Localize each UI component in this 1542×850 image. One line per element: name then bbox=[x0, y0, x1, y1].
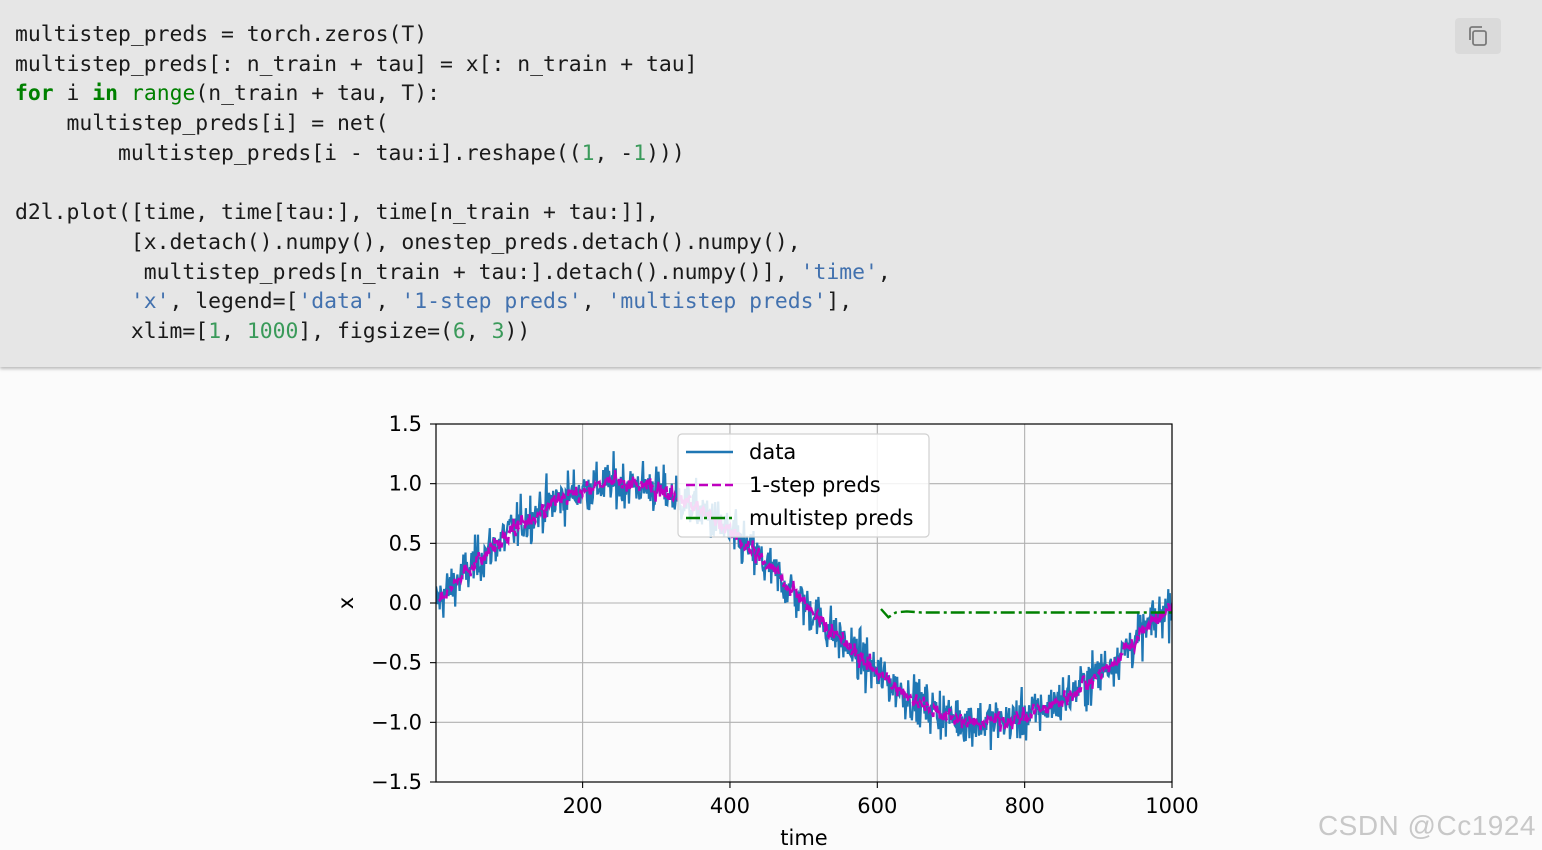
code-token: xlim=[ bbox=[15, 318, 209, 344]
code-token: d2l.plot([time, time[tau:], time[n_train… bbox=[15, 200, 659, 226]
code-token: i bbox=[53, 81, 93, 107]
code-token: , bbox=[375, 289, 402, 315]
code-line: [x.detach().numpy(), onestep_preds.detac… bbox=[15, 228, 891, 258]
code-token: multistep_preds[: n_train + tau] = x[: n… bbox=[15, 51, 698, 77]
code-token: in bbox=[92, 81, 119, 107]
code-token: multistep_preds[i] = net( bbox=[15, 111, 389, 137]
legend: data 1-step preds multistep preds bbox=[677, 433, 930, 538]
code-token: (n_train + tau, T): bbox=[195, 81, 441, 107]
legend-label: 1-step preds bbox=[749, 473, 881, 497]
y-tick-label: 1.0 bbox=[389, 472, 422, 496]
code-token: 6 bbox=[452, 318, 466, 344]
code-line: multistep_preds[i - tau:i].reshape((1, -… bbox=[15, 139, 891, 169]
code-token: , bbox=[877, 259, 891, 285]
code-token: 1 bbox=[633, 140, 647, 166]
code-token: 3 bbox=[491, 318, 505, 344]
y-tick-label: 0.5 bbox=[389, 531, 422, 555]
y-tick-label: 0.0 bbox=[389, 591, 422, 615]
code-token: , - bbox=[594, 140, 634, 166]
code-token: for bbox=[15, 81, 54, 107]
x-tick-label: 800 bbox=[1005, 794, 1045, 818]
y-tick-label: −1.0 bbox=[371, 710, 422, 734]
line-chart: 200 400 600 800 1000 1.5 1.0 0.5 0.0 −0.5 −1.0 −1.5… bbox=[334, 412, 1199, 850]
code-line: multistep_preds = torch.zeros(T) bbox=[15, 20, 891, 50]
code-token: multistep_preds[i - tau:i].reshape(( bbox=[15, 140, 582, 166]
copy-icon bbox=[1469, 26, 1487, 46]
y-axis-label: x bbox=[334, 597, 358, 609]
x-tick-label: 200 bbox=[563, 794, 603, 818]
code-token: '1-step preds' bbox=[401, 289, 582, 315]
x-tick-label: 1000 bbox=[1145, 794, 1198, 818]
series-multistep-line bbox=[880, 608, 1172, 619]
y-tick-label: −0.5 bbox=[371, 651, 422, 675]
code-line: d2l.plot([time, time[tau:], time[n_train… bbox=[15, 198, 891, 228]
x-tick-label: 600 bbox=[857, 794, 897, 818]
code-token: [x.detach().numpy(), onestep_preds.detac… bbox=[15, 229, 801, 255]
code-token: ], bbox=[826, 289, 853, 315]
code-line: multistep_preds[: n_train + tau] = x[: n… bbox=[15, 50, 891, 80]
code-token: 1 bbox=[581, 140, 595, 166]
legend-label: data bbox=[749, 440, 796, 464]
code-cell: multistep_preds = torch.zeros(T) multiste… bbox=[0, 0, 1542, 367]
code-token: , legend=[ bbox=[169, 289, 299, 315]
code-line: multistep_preds[n_train + tau:].detach()… bbox=[15, 258, 891, 288]
code-token: , bbox=[581, 289, 608, 315]
code-block[interactable]: multistep_preds = torch.zeros(T) multiste… bbox=[15, 20, 891, 347]
code-token: 1000 bbox=[246, 318, 299, 344]
y-tick-label: 1.5 bbox=[389, 412, 422, 436]
code-token: 'x' bbox=[130, 289, 170, 315]
code-line: 'x', legend=['data', '1-step preds', 'mu… bbox=[15, 287, 891, 317]
code-token: 'time' bbox=[800, 259, 878, 285]
copy-button[interactable] bbox=[1455, 18, 1501, 54]
code-token: , bbox=[465, 318, 492, 344]
code-token: 1 bbox=[208, 318, 222, 344]
watermark: CSDN @Cc1924 bbox=[1317, 810, 1536, 841]
code-token: ], figsize=( bbox=[298, 318, 453, 344]
code-token: multistep_preds[n_train + tau:].detach()… bbox=[15, 259, 801, 285]
code-token: multistep_preds = torch.zeros(T) bbox=[15, 22, 428, 47]
y-tick-label: −1.5 bbox=[371, 770, 422, 794]
code-line: xlim=[1, 1000], figsize=(6, 3)) bbox=[15, 317, 891, 347]
x-axis-label: time bbox=[780, 826, 827, 850]
code-token: range bbox=[130, 81, 196, 107]
code-token: , bbox=[221, 318, 247, 344]
code-token: 'data' bbox=[298, 289, 376, 315]
code-token: ))) bbox=[646, 140, 685, 166]
code-line: multistep_preds[i] = net( bbox=[15, 109, 891, 139]
code-token: )) bbox=[504, 318, 531, 344]
code-line: for i in range(n_train + tau, T): bbox=[15, 79, 891, 109]
code-token: 'multistep preds' bbox=[607, 289, 827, 315]
legend-label: multistep preds bbox=[749, 506, 913, 530]
x-tick-label: 400 bbox=[710, 794, 750, 818]
